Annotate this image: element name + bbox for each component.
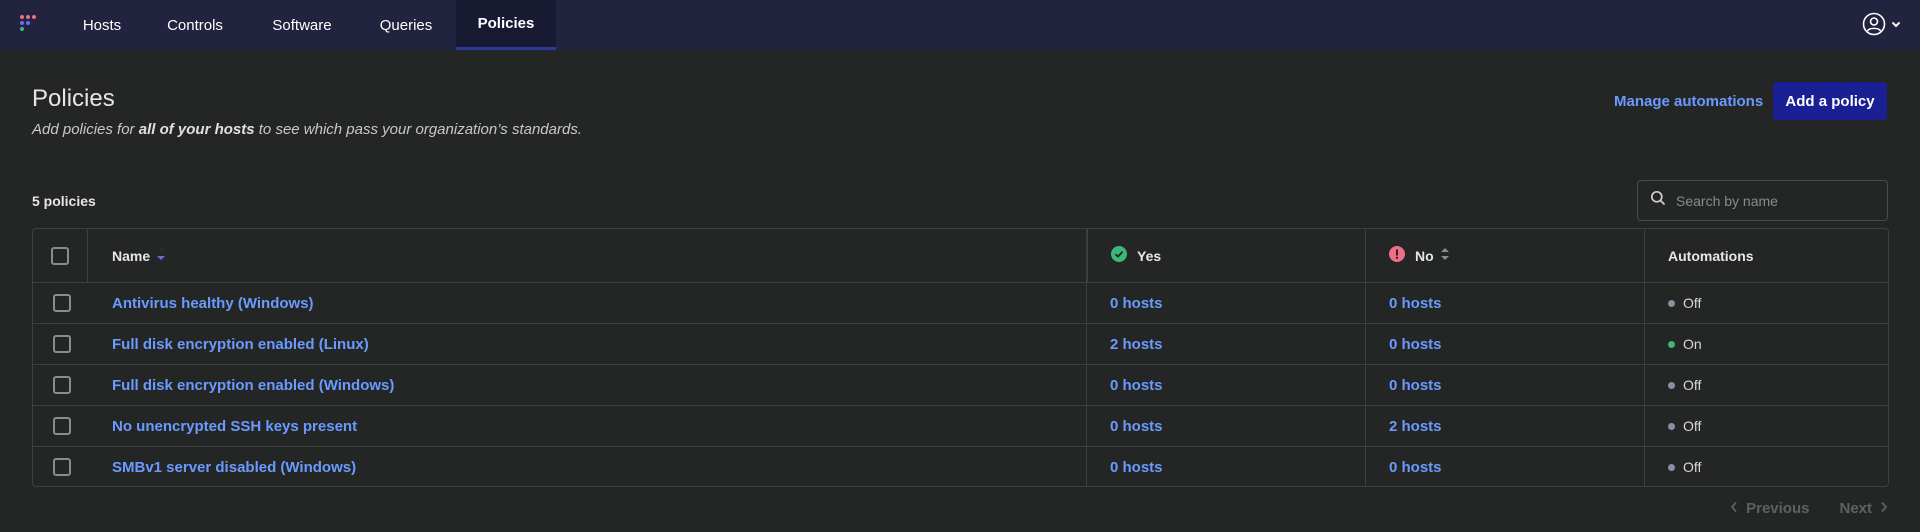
status-dot-icon [1668, 381, 1675, 389]
yes-hosts-link[interactable]: 0 hosts [1110, 418, 1163, 435]
column-header-name[interactable]: Name [88, 229, 1087, 282]
no-hosts-link[interactable]: 0 hosts [1389, 295, 1442, 312]
sort-descending-icon [156, 247, 166, 264]
yes-hosts-link[interactable]: 0 hosts [1110, 459, 1163, 476]
select-all-checkbox[interactable] [51, 246, 69, 265]
row-checkbox[interactable] [53, 417, 71, 435]
search-icon [1650, 190, 1666, 211]
column-yes-label: Yes [1137, 247, 1162, 264]
table-row: SMBv1 server disabled (Windows) 0 hosts … [33, 447, 1888, 486]
row-checkbox[interactable] [53, 458, 71, 476]
nav-item-software[interactable]: Software [248, 0, 356, 50]
table-row: Antivirus healthy (Windows) 0 hosts 0 ho… [33, 283, 1888, 324]
page-subtitle: Add policies for all of your hosts to se… [32, 121, 583, 138]
column-automations-label: Automations [1668, 247, 1754, 264]
nav-item-queries[interactable]: Queries [356, 0, 456, 50]
column-header-automations: Automations [1645, 229, 1888, 282]
previous-page-button[interactable]: Previous [1730, 500, 1809, 517]
pagination: Previous Next [1730, 500, 1888, 517]
policy-name-link[interactable]: No unencrypted SSH keys present [112, 418, 357, 435]
search-field[interactable] [1637, 180, 1888, 221]
page-title: Policies [32, 85, 115, 112]
select-all-cell [33, 229, 88, 282]
sort-icon [1440, 247, 1450, 264]
nav-item-hosts[interactable]: Hosts [62, 0, 142, 50]
automation-status: On [1668, 336, 1702, 352]
chevron-left-icon [1730, 500, 1738, 517]
nav-item-policies[interactable]: Policies [456, 0, 556, 50]
row-checkbox[interactable] [53, 294, 71, 312]
no-hosts-link[interactable]: 0 hosts [1389, 336, 1442, 353]
table-header: Name Yes No Automations [33, 229, 1888, 283]
user-menu[interactable] [1862, 12, 1902, 36]
no-hosts-link[interactable]: 0 hosts [1389, 459, 1442, 476]
policy-name-link[interactable]: Full disk encryption enabled (Linux) [112, 336, 369, 353]
yes-hosts-link[interactable]: 0 hosts [1110, 295, 1163, 312]
automation-status: Off [1668, 295, 1701, 311]
no-hosts-link[interactable]: 0 hosts [1389, 377, 1442, 394]
yes-hosts-link[interactable]: 2 hosts [1110, 336, 1163, 353]
automation-status: Off [1668, 377, 1701, 393]
column-name-label: Name [112, 247, 151, 264]
nav-item-controls[interactable]: Controls [142, 0, 248, 50]
status-dot-icon [1668, 422, 1675, 430]
row-checkbox[interactable] [53, 376, 71, 394]
column-header-yes[interactable]: Yes [1087, 229, 1366, 282]
chevron-right-icon [1880, 500, 1888, 517]
automation-status: Off [1668, 459, 1701, 475]
automation-status: Off [1668, 418, 1701, 434]
policy-name-link[interactable]: Full disk encryption enabled (Windows) [112, 377, 394, 394]
error-circle-icon [1389, 246, 1405, 265]
search-input[interactable] [1676, 192, 1876, 209]
manage-automations-button[interactable]: Manage automations [1614, 93, 1763, 110]
policies-table: Name Yes No Automations Antivirus health… [32, 228, 1889, 487]
add-policy-button[interactable]: Add a policy [1773, 82, 1887, 120]
row-checkbox[interactable] [53, 335, 71, 353]
next-page-button[interactable]: Next [1839, 500, 1888, 517]
avatar-icon [1862, 12, 1886, 36]
table-row: Full disk encryption enabled (Windows) 0… [33, 365, 1888, 406]
yes-hosts-link[interactable]: 0 hosts [1110, 377, 1163, 394]
status-dot-icon [1668, 463, 1675, 471]
top-nav: Hosts Controls Software Queries Policies [0, 0, 1920, 50]
column-header-no[interactable]: No [1366, 229, 1645, 282]
policy-name-link[interactable]: SMBv1 server disabled (Windows) [112, 459, 356, 476]
table-row: No unencrypted SSH keys present 0 hosts … [33, 406, 1888, 447]
chevron-down-icon [1890, 18, 1902, 30]
column-no-label: No [1415, 247, 1434, 264]
policy-count: 5 policies [32, 193, 96, 209]
check-circle-icon [1111, 246, 1127, 265]
status-dot-icon [1668, 340, 1675, 348]
no-hosts-link[interactable]: 2 hosts [1389, 418, 1442, 435]
status-dot-icon [1668, 299, 1675, 307]
table-row: Full disk encryption enabled (Linux) 2 h… [33, 324, 1888, 365]
policy-name-link[interactable]: Antivirus healthy (Windows) [112, 295, 314, 312]
fleet-logo-icon[interactable] [0, 0, 62, 50]
